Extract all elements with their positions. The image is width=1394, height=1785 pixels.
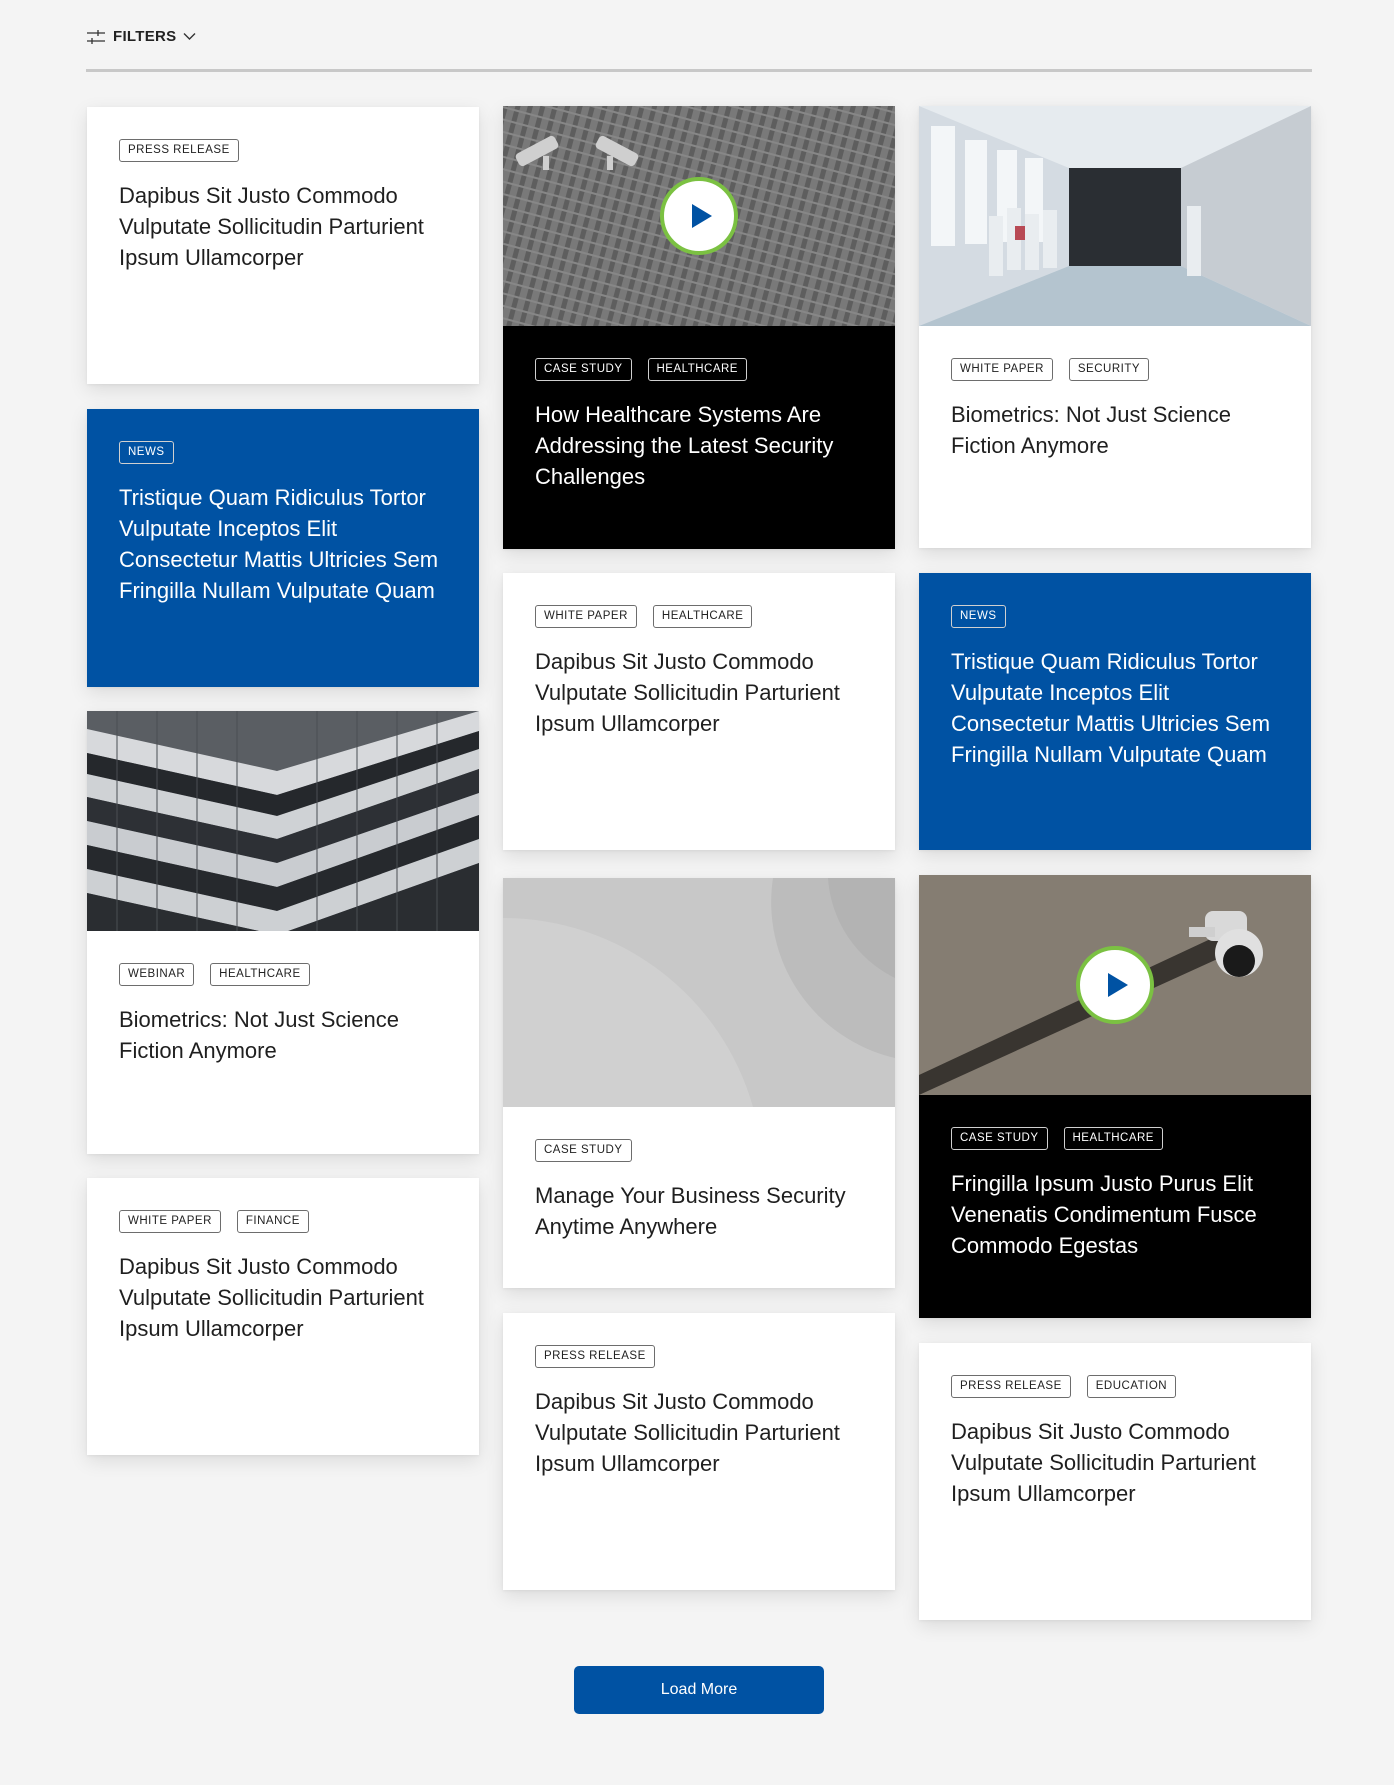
tag-list: WEBINAR HEALTHCARE xyxy=(119,963,447,986)
tag[interactable]: HEALTHCARE xyxy=(210,963,310,986)
card-title: Tristique Quam Ridiculus Tortor Vulputat… xyxy=(951,649,1271,767)
tag-list: NEWS xyxy=(119,441,447,464)
content-card[interactable]: WHITE PAPER FINANCE Dapibus Sit Justo Co… xyxy=(87,1178,479,1455)
tag-list: NEWS xyxy=(951,605,1279,628)
card-title: Dapibus Sit Justo Commodo Vulputate Soll… xyxy=(535,1389,840,1476)
tag-list: PRESS RELEASE xyxy=(119,139,447,162)
tag-list: WHITE PAPER FINANCE xyxy=(119,1210,447,1233)
tag-list: CASE STUDY xyxy=(535,1139,863,1162)
play-button[interactable] xyxy=(1076,946,1154,1024)
filters-toggle[interactable]: FILTERS xyxy=(86,28,196,45)
tag[interactable]: WHITE PAPER xyxy=(951,358,1053,381)
office-building-photo xyxy=(87,711,479,931)
tag[interactable]: SECURITY xyxy=(1068,358,1150,381)
tag[interactable]: CASE STUDY xyxy=(951,1127,1048,1150)
tag[interactable]: NEWS xyxy=(951,605,1006,628)
tag[interactable]: EDUCATION xyxy=(1086,1375,1177,1398)
content-card[interactable]: CASE STUDY Manage Your Business Security… xyxy=(503,878,895,1288)
card-title: Fringilla Ipsum Justo Purus Elit Venenat… xyxy=(951,1171,1257,1258)
security-cameras-wall-photo xyxy=(503,106,895,326)
filters-label: FILTERS xyxy=(113,28,177,45)
chevron-down-icon xyxy=(183,33,196,40)
card-title: Biometrics: Not Just Science Fiction Any… xyxy=(119,1007,399,1063)
content-card[interactable]: PRESS RELEASE Dapibus Sit Justo Commodo … xyxy=(503,1313,895,1590)
play-button[interactable] xyxy=(660,177,738,255)
tag[interactable]: PRESS RELEASE xyxy=(535,1345,655,1368)
tag[interactable]: PRESS RELEASE xyxy=(119,139,239,162)
tag[interactable]: HEALTHCARE xyxy=(647,358,747,381)
tag-list: PRESS RELEASE EDUCATION xyxy=(951,1375,1279,1398)
tag[interactable]: WHITE PAPER xyxy=(535,605,637,628)
card-title: Dapibus Sit Justo Commodo Vulputate Soll… xyxy=(119,183,424,270)
tag[interactable]: HEALTHCARE xyxy=(1063,1127,1163,1150)
gray-placeholder-graphic xyxy=(503,878,895,1107)
content-card[interactable]: WEBINAR HEALTHCARE Biometrics: Not Just … xyxy=(87,711,479,1154)
card-title: Dapibus Sit Justo Commodo Vulputate Soll… xyxy=(951,1419,1256,1506)
card-title: Dapibus Sit Justo Commodo Vulputate Soll… xyxy=(535,649,840,736)
tag-list: WHITE PAPER HEALTHCARE xyxy=(535,605,863,628)
tag[interactable]: WHITE PAPER xyxy=(119,1210,221,1233)
tag[interactable]: FINANCE xyxy=(236,1210,309,1233)
tag[interactable]: PRESS RELEASE xyxy=(951,1375,1071,1398)
content-card[interactable]: WHITE PAPER HEALTHCARE Dapibus Sit Justo… xyxy=(503,573,895,850)
card-title: Manage Your Business Security Anytime An… xyxy=(535,1183,846,1239)
load-more-button[interactable]: Load More xyxy=(574,1666,824,1714)
filters-divider xyxy=(86,69,1312,72)
tag[interactable]: CASE STUDY xyxy=(535,358,632,381)
video-card[interactable]: CASE STUDY HEALTHCARE How Healthcare Sys… xyxy=(503,106,895,549)
play-icon xyxy=(1107,973,1128,997)
tag-list: PRESS RELEASE xyxy=(535,1345,863,1368)
content-card-featured[interactable]: NEWS Tristique Quam Ridiculus Tortor Vul… xyxy=(87,409,479,687)
card-title: Tristique Quam Ridiculus Tortor Vulputat… xyxy=(119,485,439,603)
card-title: How Healthcare Systems Are Addressing th… xyxy=(535,402,834,489)
dome-camera-photo xyxy=(919,875,1311,1095)
tag[interactable]: HEALTHCARE xyxy=(652,605,753,628)
content-card[interactable]: PRESS RELEASE Dapibus Sit Justo Commodo … xyxy=(87,107,479,384)
tag[interactable]: CASE STUDY xyxy=(535,1139,632,1162)
tag-list: WHITE PAPER SECURITY xyxy=(951,358,1279,381)
tag-list: CASE STUDY HEALTHCARE xyxy=(535,358,863,381)
card-title: Dapibus Sit Justo Commodo Vulputate Soll… xyxy=(119,1254,424,1341)
sliders-icon xyxy=(87,29,105,44)
tag[interactable]: WEBINAR xyxy=(119,963,195,986)
tag[interactable]: NEWS xyxy=(119,441,174,464)
hospital-corridor-photo xyxy=(919,106,1311,326)
content-card-featured[interactable]: NEWS Tristique Quam Ridiculus Tortor Vul… xyxy=(919,573,1311,850)
video-card[interactable]: CASE STUDY HEALTHCARE Fringilla Ipsum Ju… xyxy=(919,875,1311,1318)
play-icon xyxy=(691,204,712,228)
card-title: Biometrics: Not Just Science Fiction Any… xyxy=(951,402,1231,458)
content-card[interactable]: PRESS RELEASE EDUCATION Dapibus Sit Just… xyxy=(919,1343,1311,1620)
tag-list: CASE STUDY HEALTHCARE xyxy=(951,1127,1279,1150)
content-card[interactable]: WHITE PAPER SECURITY Biometrics: Not Jus… xyxy=(919,106,1311,548)
